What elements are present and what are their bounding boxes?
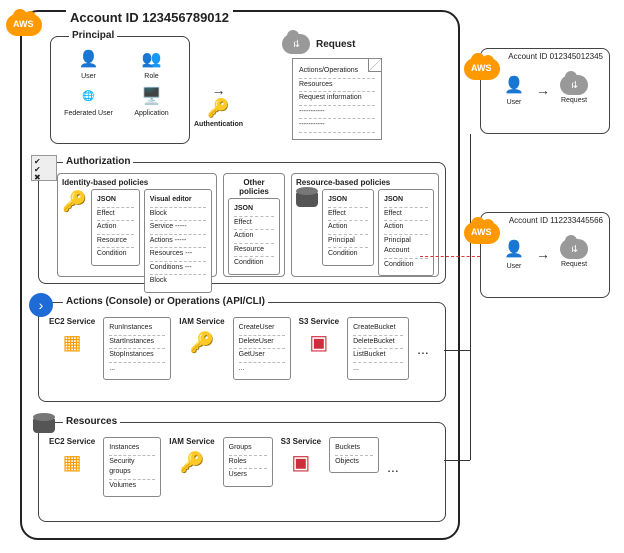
arrow-icon: → bbox=[212, 82, 226, 98]
s3-ops: CreateBucket DeleteBucket ListBucket ... bbox=[347, 317, 409, 380]
ext-account-2-title: Account ID 112233445566 bbox=[509, 216, 603, 225]
identity-visual: Visual editor Block Service ----- Action… bbox=[144, 189, 212, 293]
chevron-right-icon: › bbox=[29, 293, 53, 317]
request-cloud-icon: ⇅ bbox=[560, 239, 588, 259]
principal-role: 👥Role bbox=[122, 47, 181, 80]
connector-line bbox=[470, 350, 471, 460]
iam-service: IAM Service🔑 bbox=[179, 317, 224, 355]
iam-resource: IAM Service🔑 bbox=[169, 437, 214, 475]
key-icon: 🔑 bbox=[189, 330, 214, 355]
ext1-request: ⇅Request bbox=[560, 75, 588, 104]
aws-cloud-icon: AWS bbox=[464, 58, 500, 80]
ext2-request: ⇅Request bbox=[560, 239, 588, 268]
principal-section: Principal 👤User 👥Role 🌐Federated User 🖥️… bbox=[50, 36, 190, 144]
ec2-resources-list: Instances Security groups Volumes bbox=[103, 437, 161, 497]
identity-json: JSON Effect Action Resource Condition bbox=[91, 189, 140, 266]
connector-line bbox=[444, 460, 470, 461]
aws-cloud-icon: AWS bbox=[6, 14, 42, 36]
database-icon bbox=[296, 189, 318, 207]
arrow-icon: → bbox=[536, 246, 550, 262]
database-icon bbox=[33, 415, 55, 433]
request-label: Request bbox=[316, 39, 355, 50]
main-account-container: Account ID 123456789012 Principal 👤User … bbox=[20, 10, 460, 540]
request-document: Actions/Operations Resources Request inf… bbox=[292, 58, 382, 140]
ec2-ops: RunInstances StartInstances StopInstance… bbox=[103, 317, 171, 380]
resource-policies-box: Resource-based policies JSON Effect Acti… bbox=[291, 173, 439, 277]
request-cloud-icon: ⇅ bbox=[282, 34, 310, 54]
s3-icon: ▣ bbox=[291, 450, 310, 475]
arrow-icon: → bbox=[536, 82, 550, 98]
actions-label: Actions (Console) or Operations (API/CLI… bbox=[63, 296, 268, 307]
s3-resource: S3 Service▣ bbox=[281, 437, 321, 475]
resource-json1: JSON Effect Action Principal Condition bbox=[322, 189, 374, 266]
other-policies-label: Other policies bbox=[228, 178, 280, 196]
principal-application: 🖥️Application bbox=[122, 84, 181, 117]
more-dots: ... bbox=[417, 341, 429, 357]
resources-section: Resources EC2 Service▦ Instances Securit… bbox=[38, 422, 446, 522]
ext2-user: 👤User bbox=[502, 237, 526, 270]
ec2-resource: EC2 Service▦ bbox=[49, 437, 95, 475]
s3-resources-list: Buckets Objects bbox=[329, 437, 379, 473]
key-icon: 🔑 bbox=[207, 98, 229, 119]
iam-resources-list: Groups Roles Users bbox=[223, 437, 273, 487]
connector-line bbox=[444, 350, 470, 351]
resource-policies-label: Resource-based policies bbox=[296, 178, 434, 187]
identity-policies-box: Identity-based policies 🔑 JSON Effect Ac… bbox=[57, 173, 217, 277]
user-icon: 👤 bbox=[502, 237, 526, 261]
more-dots: ... bbox=[387, 459, 399, 475]
s3-service: S3 Service▣ bbox=[299, 317, 339, 355]
principal-federated: 🌐Federated User bbox=[59, 84, 118, 117]
ext-account-1-title: Account ID 012345012345 bbox=[508, 52, 603, 61]
key-icon: 🔑 bbox=[62, 189, 87, 214]
authorization-label: Authorization bbox=[63, 156, 133, 167]
key-icon: 🔑 bbox=[179, 450, 204, 475]
actions-section: › Actions (Console) or Operations (API/C… bbox=[38, 302, 446, 402]
ec2-service: EC2 Service▦ bbox=[49, 317, 95, 355]
checklist-icon: ✔✔✖ bbox=[31, 155, 57, 181]
role-icon: 👥 bbox=[140, 47, 164, 71]
authorization-section: ✔✔✖ Authorization Identity-based policie… bbox=[38, 162, 446, 284]
ec2-icon: ▦ bbox=[63, 450, 82, 475]
user-icon: 👤 bbox=[77, 47, 101, 71]
principal-label: Principal bbox=[69, 30, 117, 41]
iam-ops: CreateUser DeleteUser GetUser ... bbox=[233, 317, 291, 380]
other-policies-box: Other policies JSON Effect Action Resour… bbox=[223, 173, 285, 277]
cross-account-connector bbox=[420, 256, 480, 257]
principal-user: 👤User bbox=[59, 47, 118, 80]
s3-icon: ▣ bbox=[309, 330, 328, 355]
application-icon: 🖥️ bbox=[140, 84, 164, 108]
aws-cloud-icon: AWS bbox=[464, 222, 500, 244]
authentication-label: Authentication bbox=[194, 121, 243, 128]
ext1-user: 👤User bbox=[502, 73, 526, 106]
resource-json2: JSON Effect Action Principal Account Con… bbox=[378, 189, 434, 276]
resources-label: Resources bbox=[63, 416, 120, 427]
user-icon: 👤 bbox=[502, 73, 526, 97]
ec2-icon: ▦ bbox=[63, 330, 82, 355]
main-account-title: Account ID 123456789012 bbox=[66, 10, 233, 25]
request-cloud-icon: ⇅ bbox=[560, 75, 588, 95]
request-section: ⇅ Request Actions/Operations Resources R… bbox=[272, 34, 382, 140]
authentication-block: → 🔑 Authentication bbox=[194, 82, 243, 128]
other-json: JSON Effect Action Resource Condition bbox=[228, 198, 280, 275]
federated-icon: 🌐 bbox=[77, 84, 101, 108]
identity-policies-label: Identity-based policies bbox=[62, 178, 212, 187]
